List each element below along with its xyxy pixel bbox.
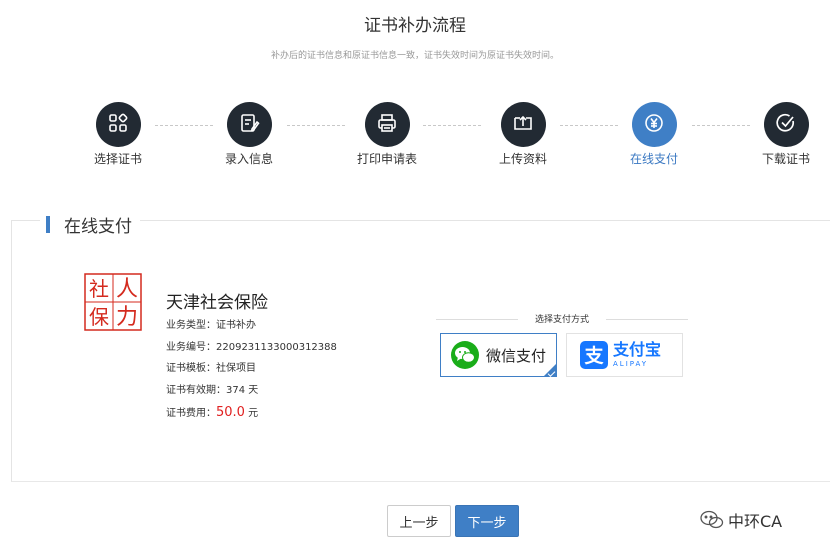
company-seal-logo: 人 社 力 保 [84,273,142,331]
step-label: 在线支付 [629,152,678,166]
alipay-sublabel: ALIPAY [613,360,649,368]
step-print-form: 打印申请表 [342,102,432,167]
business-number-row: 业务编号：2209231133000312388 [166,338,337,353]
printer-icon [376,112,398,138]
step-label: 下载证书 [761,152,810,166]
step-circle [95,102,141,147]
alipay-icon: 支 [580,341,608,369]
step-circle [763,102,809,147]
step-circle [500,102,546,147]
template-value: 社保项目 [216,363,256,374]
next-step-button[interactable]: 下一步 [455,505,519,537]
step-upload-docs: 上传资料 [478,102,568,167]
progress-steps: 选择证书 录入信息 打印申请表 上传资料 在线支付 下载证书 [0,102,830,172]
svg-text:支: 支 [583,345,604,367]
business-type-value: 证书补办 [216,320,256,331]
step-circle [631,102,677,147]
template-label: 证书模板： [166,363,216,374]
page-title: 证书补办流程 [364,16,466,36]
step-label: 选择证书 [93,152,142,166]
business-number-label: 业务编号： [166,342,216,353]
payment-panel [11,220,830,482]
svg-text:保: 保 [89,305,109,329]
payment-method-header: 选择支付方式 [436,312,688,326]
step-circle [226,102,272,147]
edit-icon [238,112,260,138]
step-enter-info: 录入信息 [204,102,294,167]
alipay-option[interactable]: 支 支付宝 ALIPAY [566,333,683,377]
validity-value: 374 天 [226,385,259,396]
business-number-value: 2209231133000312388 [216,342,337,353]
svg-text:力: 力 [116,305,138,330]
wechat-pay-label: 微信支付 [486,346,547,365]
upload-icon [512,112,534,138]
svg-text:社: 社 [89,277,109,301]
step-label: 上传资料 [498,152,547,166]
divider [606,319,688,320]
step-online-payment: 在线支付 [609,102,699,167]
step-select-certificate: 选择证书 [73,102,163,167]
watermark-text: 中环CA [728,512,783,531]
wechat-pay-option[interactable]: 微信支付 [440,333,557,377]
step-connector [287,125,345,126]
alipay-label: 支付宝 [613,340,662,359]
previous-step-button[interactable]: 上一步 [387,505,451,537]
business-type-label: 业务类型： [166,320,216,331]
panel-header: 在线支付 [40,211,140,237]
fee-row: 证书费用：50.0 元 [166,404,258,420]
step-download-certificate: 下载证书 [741,102,830,167]
step-label: 打印申请表 [356,152,417,166]
wechat-icon [450,340,480,370]
template-row: 证书模板：社保项目 [166,359,256,374]
fee-value: 50.0 [216,405,245,420]
fee-label: 证书费用： [166,408,216,419]
page-subtitle: 补办后的证书信息和原证书信息一致，证书失效时间为原证书失效时间。 [270,51,559,61]
wechat-watermark: 中环CA [700,508,782,532]
validity-label: 证书有效期： [166,385,226,396]
company-name: 天津社会保险 [166,293,268,313]
alipay-brand: 支付宝 ALIPAY [613,342,661,368]
grid-icon [107,112,129,138]
svg-text:人: 人 [116,277,138,302]
panel-title-accent [46,215,50,233]
panel-title: 在线支付 [64,216,132,237]
step-circle [364,102,410,147]
fee-unit: 元 [244,408,259,419]
wechat-logo-icon [700,510,724,530]
check-circle-icon [775,112,797,138]
validity-row: 证书有效期：374 天 [166,381,258,396]
yen-icon [643,112,665,138]
business-type-row: 业务类型：证书补办 [166,316,256,331]
step-label: 录入信息 [224,152,273,166]
